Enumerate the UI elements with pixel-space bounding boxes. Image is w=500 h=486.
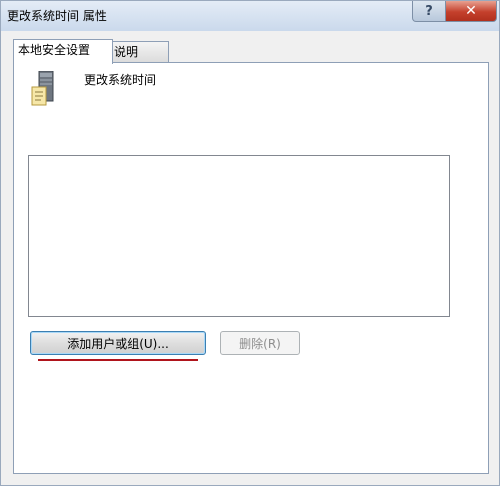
help-button[interactable]: ? [412,1,446,22]
server-policy-icon [31,71,54,106]
title-bar[interactable]: 更改系统时间 属性 ? ✕ [1,1,499,31]
annotation-underline [38,359,198,361]
policy-name: 更改系统时间 [84,73,157,87]
close-icon: ✕ [465,3,477,19]
tab-local-security-setting[interactable]: 本地安全设置 [13,39,113,64]
close-button[interactable]: ✕ [445,1,497,22]
user-group-list[interactable] [28,155,450,317]
dialog-client-area: 本地安全设置 说明 更改系统时间 添加用户或组(U)... 删除(R) [7,31,493,479]
tab-panel: 更改系统时间 添加用户或组(U)... 删除(R) [13,62,489,474]
remove-label: 删除(R) [239,336,281,351]
help-icon: ? [425,3,433,19]
window-title: 更改系统时间 属性 [7,9,107,23]
add-user-or-group-button[interactable]: 添加用户或组(U)... [30,331,206,355]
tab-explain[interactable]: 说明 [109,41,169,62]
add-user-or-group-label: 添加用户或组(U)... [67,336,169,351]
remove-button[interactable]: 删除(R) [220,331,300,355]
properties-dialog: 更改系统时间 属性 ? ✕ 本地安全设置 说明 更改系统时间 添加用户或组(U)… [0,0,500,486]
